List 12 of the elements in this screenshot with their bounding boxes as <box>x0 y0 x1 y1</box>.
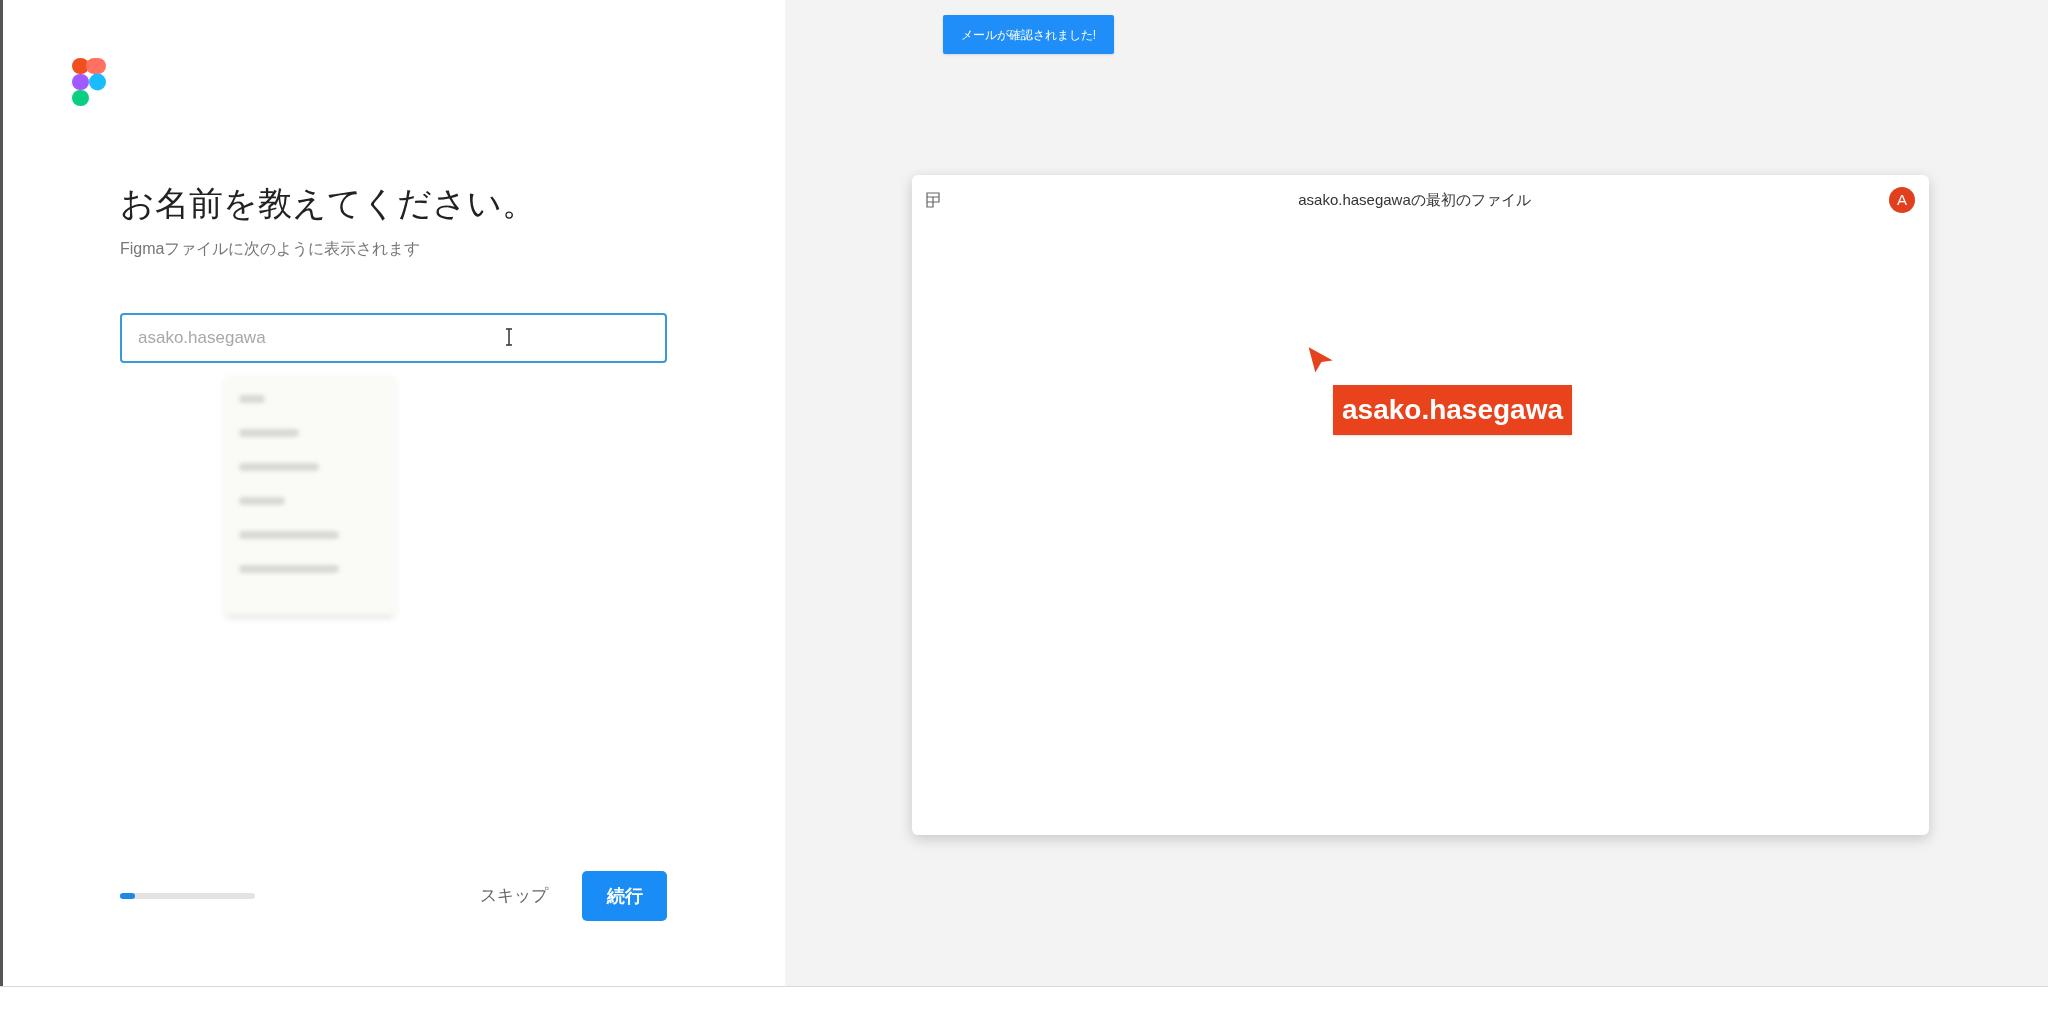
file-title: asako.hasegawaの最初のファイル <box>1297 189 1532 210</box>
name-input[interactable]: asako.hasegawa <box>120 312 667 363</box>
user-avatar: A <box>1889 187 1915 213</box>
text-cursor-icon <box>505 327 513 346</box>
toast-message: メールが確認されました! <box>943 15 1114 54</box>
continue-button[interactable]: 続行 <box>582 871 667 921</box>
cursor-name-label: asako.hasegawa <box>1333 385 1573 435</box>
logo-icon <box>72 58 106 106</box>
frame-grid-icon <box>926 192 940 208</box>
page-heading: お名前を教えてください。 <box>120 183 536 224</box>
skip-button[interactable]: スキップ <box>472 877 556 915</box>
subtitle: Figmaファイルに次のように表示されます <box>120 238 421 259</box>
